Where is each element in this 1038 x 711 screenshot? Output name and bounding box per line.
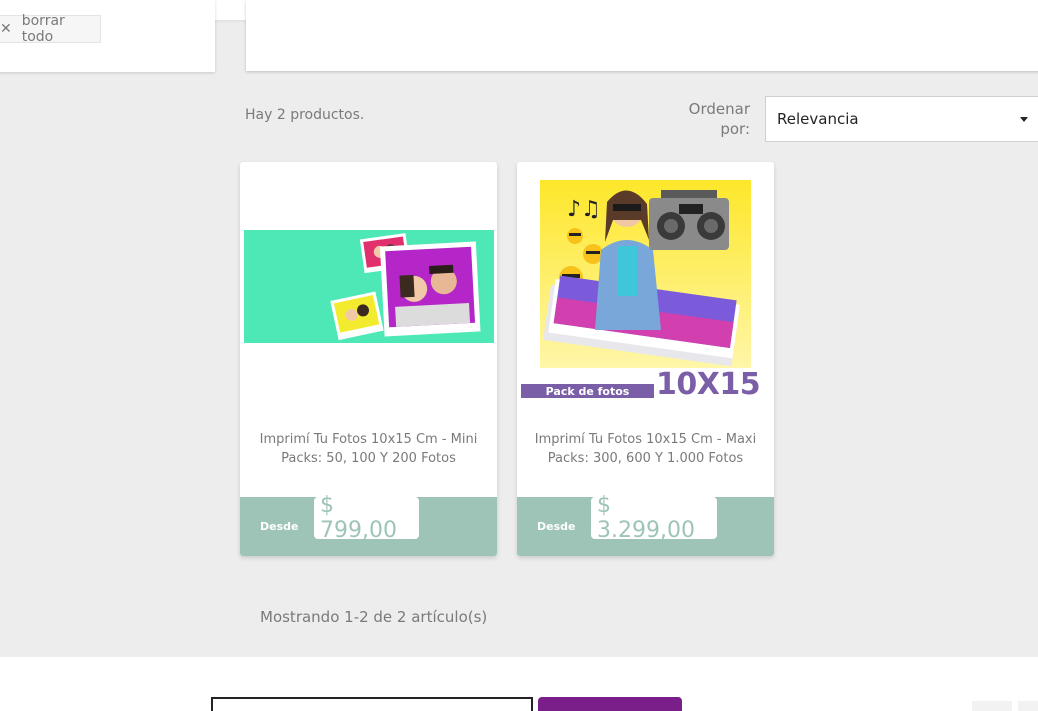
product-title[interactable]: Imprimí Tu Fotos 10x15 Cm - Mini Packs: … <box>248 430 489 468</box>
svg-text:♪♫: ♪♫ <box>567 197 601 222</box>
price-bar: Desde $ 799,00 <box>240 493 497 556</box>
product-price: $ 799,00 <box>314 493 419 543</box>
price-prefix: Desde <box>537 520 576 533</box>
facebook-icon[interactable] <box>972 701 1012 711</box>
product-image[interactable] <box>244 230 494 343</box>
price-prefix: Desde <box>260 520 299 533</box>
product-title-line2: Packs: 300, 600 Y 1.000 Fotos <box>547 451 744 466</box>
product-title[interactable]: Imprimí Tu Fotos 10x15 Cm - Maxi Packs: … <box>525 430 766 468</box>
banner-tag: Pack de fotos <box>545 384 630 398</box>
product-card[interactable]: Imprimí Tu Fotos 10x15 Cm - Mini Packs: … <box>240 162 497 556</box>
clear-all-filters-button[interactable]: ✕ borrar todo <box>0 13 101 45</box>
product-count: Hay 2 productos. <box>245 107 365 123</box>
sort-label: Ordenar por: <box>676 99 750 139</box>
product-title-line1: Imprimí Tu Fotos 10x15 Cm - Maxi <box>534 432 757 447</box>
close-icon: ✕ <box>0 21 12 37</box>
banner-size: 10X15 <box>656 367 761 402</box>
sort-select[interactable]: Relevancia <box>765 96 1038 142</box>
price-bar: Desde $ 3.299,00 <box>517 493 774 556</box>
product-title-line1: Imprimí Tu Fotos 10x15 Cm - Mini <box>259 432 478 447</box>
product-price: $ 3.299,00 <box>591 493 717 543</box>
caret-down-icon[interactable] <box>1020 117 1028 122</box>
sort-label-line1: Ordenar <box>688 100 750 118</box>
sort-selected-value: Relevancia <box>777 110 859 128</box>
product-card[interactable]: ♪♫ Pack de fotos 10X15 Imprimí Tu Fotos … <box>517 162 774 556</box>
active-filters-panel: ✕ borrar todo <box>0 0 215 72</box>
pagination-summary: Mostrando 1-2 de 2 artículo(s) <box>260 608 488 626</box>
sort-label-line2: por: <box>720 120 750 138</box>
category-header-panel <box>246 0 1038 71</box>
product-title-line2: Packs: 50, 100 Y 200 Fotos <box>281 451 456 466</box>
newsletter-email-input[interactable] <box>211 697 533 711</box>
clear-all-label: borrar todo <box>21 13 65 45</box>
instagram-icon[interactable] <box>1018 701 1038 711</box>
newsletter-subscribe-button[interactable] <box>538 697 682 711</box>
